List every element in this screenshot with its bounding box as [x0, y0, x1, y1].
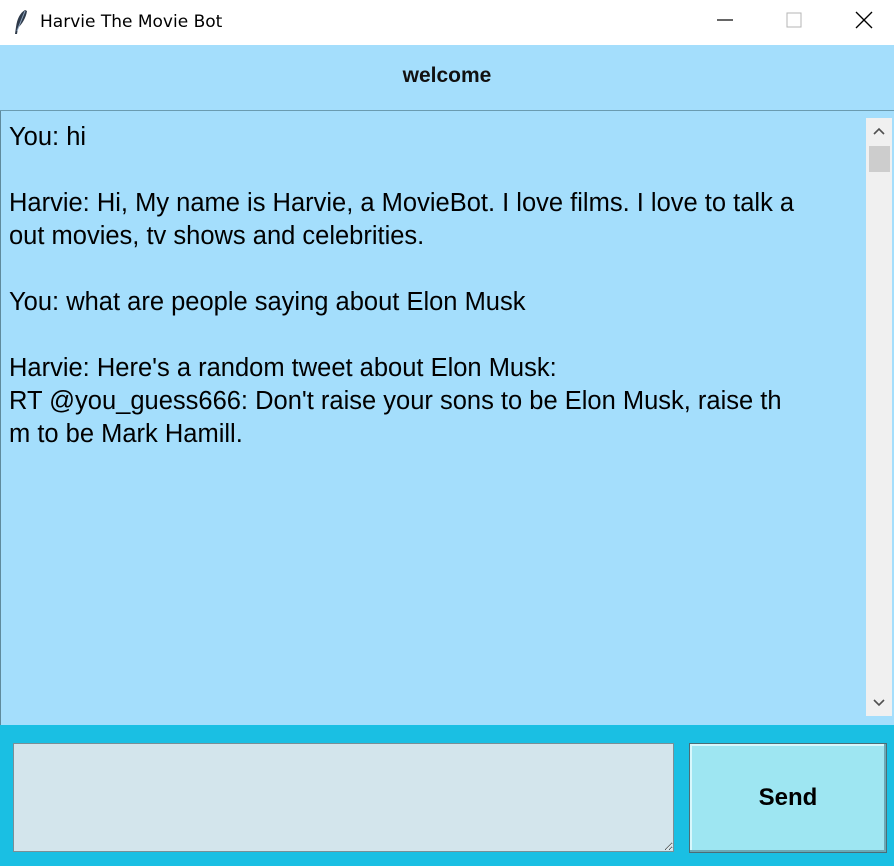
- chat-message: You: what are people saying about Elon M…: [9, 288, 526, 316]
- header-bar: welcome: [0, 45, 894, 111]
- maximize-icon: [786, 12, 802, 33]
- scroll-down-button[interactable]: [866, 690, 892, 716]
- chevron-up-icon: [873, 122, 885, 140]
- chat-message: Harvie: Here's a random tweet about Elon…: [9, 354, 782, 448]
- header-title: welcome: [402, 63, 492, 87]
- chat-scrollbar[interactable]: [866, 118, 892, 716]
- chat-messages: You: hi Harvie: Hi, My name is Harvie, a…: [9, 121, 869, 451]
- message-input[interactable]: [13, 743, 674, 852]
- title-bar: Harvie The Movie Bot: [0, 0, 894, 45]
- input-bar: Send: [0, 725, 894, 866]
- chat-message: You: hi: [9, 123, 87, 151]
- minimize-icon: [717, 12, 733, 33]
- close-icon: [855, 11, 873, 34]
- chevron-down-icon: [873, 694, 885, 712]
- chat-log[interactable]: You: hi Harvie: Hi, My name is Harvie, a…: [0, 111, 894, 725]
- close-button[interactable]: [829, 0, 894, 45]
- feather-icon: [12, 9, 30, 35]
- chat-message: Harvie: Hi, My name is Harvie, a MovieBo…: [9, 189, 795, 250]
- window-title: Harvie The Movie Bot: [40, 12, 223, 32]
- maximize-button[interactable]: [759, 0, 829, 45]
- scroll-thumb[interactable]: [869, 146, 890, 172]
- minimize-button[interactable]: [690, 0, 760, 45]
- scroll-up-button[interactable]: [866, 118, 892, 144]
- send-button[interactable]: Send: [689, 743, 887, 853]
